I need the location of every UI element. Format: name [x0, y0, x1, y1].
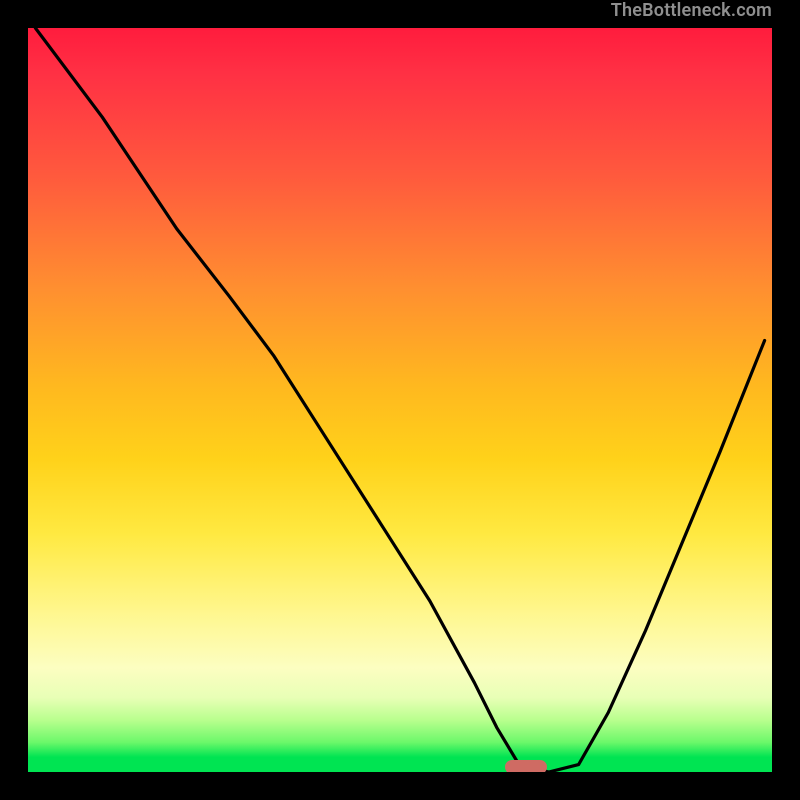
curve-line [28, 28, 772, 772]
highlight-marker [505, 760, 547, 772]
watermark-text: TheBottleneck.com [611, 2, 772, 20]
plot-area [28, 28, 772, 772]
curve-path [35, 28, 764, 772]
chart-frame: TheBottleneck.com [0, 0, 800, 800]
